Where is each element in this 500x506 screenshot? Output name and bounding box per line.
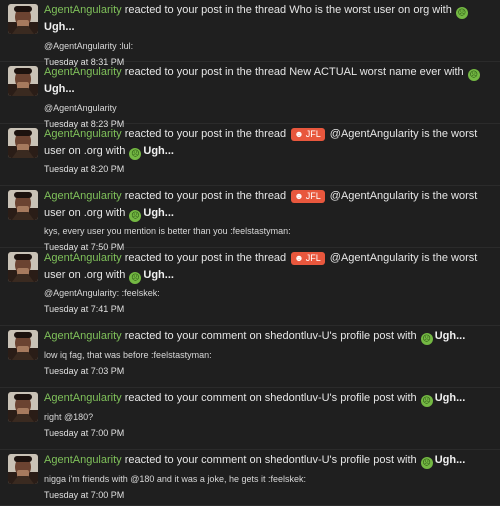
alert-body: AgentAngularity reacted to your post in … <box>44 188 496 254</box>
sick-face-emoji-icon: ☹ <box>420 333 433 345</box>
alert-item[interactable]: AgentAngularity reacted to your comment … <box>0 388 500 450</box>
alert-action-text: reacted to your post in the thread <box>124 128 287 140</box>
laughing-face-icon: ☻ <box>294 129 304 139</box>
avatar[interactable] <box>8 190 38 220</box>
reaction-label: Ugh... <box>143 207 174 219</box>
alert-text: AgentAngularity reacted to your comment … <box>44 328 496 345</box>
laughing-face-icon: ☻ <box>294 191 304 201</box>
alert-action-text: reacted to your comment on shedontluv-U'… <box>124 392 417 404</box>
thread-prefix-label: JFL <box>305 253 321 263</box>
avatar[interactable] <box>8 330 38 360</box>
alert-text: AgentAngularity reacted to your post in … <box>44 64 496 98</box>
username-link[interactable]: AgentAngularity <box>44 330 122 342</box>
avatar[interactable] <box>8 392 38 422</box>
alert-item[interactable]: AgentAngularity reacted to your post in … <box>0 186 500 252</box>
reaction-label: Ugh... <box>143 269 174 281</box>
username-link[interactable]: AgentAngularity <box>44 454 122 466</box>
alert-action-text: reacted to your comment on shedontluv-U'… <box>124 454 417 466</box>
post-snippet: @AgentAngularity <box>44 103 117 113</box>
avatar[interactable] <box>8 128 38 158</box>
reaction-label: Ugh... <box>434 330 466 342</box>
thread-prefix-badge[interactable]: ☻ JFL <box>291 252 325 265</box>
alert-timestamp: Tuesday at 8:20 PM <box>44 164 125 174</box>
alert-action-text: reacted to your post in the thread <box>124 66 287 78</box>
reaction-label: Ugh... <box>44 21 75 33</box>
alert-item[interactable]: AgentAngularity reacted to your post in … <box>0 62 500 129</box>
alert-item[interactable]: AgentAngularity reacted to your post in … <box>0 248 500 326</box>
post-snippet: @AgentAngularity :lul: <box>44 41 134 51</box>
alert-action-text: reacted to your post in the thread <box>124 190 287 202</box>
post-snippet: right @180? <box>44 412 94 422</box>
post-snippet: @AgentAngularity: :feelskek: <box>44 288 160 298</box>
alert-item[interactable]: AgentAngularity reacted to your comment … <box>0 450 500 506</box>
thread-prefix-label: JFL <box>305 129 321 139</box>
alert-text: AgentAngularity reacted to your comment … <box>44 452 496 469</box>
alert-timestamp: Tuesday at 7:03 PM <box>44 366 125 376</box>
username-link[interactable]: AgentAngularity <box>44 66 122 78</box>
sick-face-emoji-icon: ☹ <box>129 210 142 222</box>
username-link[interactable]: AgentAngularity <box>44 190 122 202</box>
sick-face-emoji-icon: ☹ <box>467 69 480 81</box>
sick-face-emoji-icon: ☹ <box>129 272 142 284</box>
post-snippet: kys, every user you mention is better th… <box>44 226 291 236</box>
alert-body: AgentAngularity reacted to your comment … <box>44 390 496 440</box>
alert-body: AgentAngularity reacted to your comment … <box>44 328 496 378</box>
avatar[interactable] <box>8 252 38 282</box>
alert-item[interactable]: AgentAngularity reacted to your post in … <box>0 124 500 186</box>
alert-text: AgentAngularity reacted to your comment … <box>44 390 496 407</box>
thread-title[interactable]: New ACTUAL worst name ever with <box>289 66 463 78</box>
reaction-label: Ugh... <box>44 83 75 95</box>
alert-action-text: reacted to your post in the thread <box>124 4 287 16</box>
reaction-label: Ugh... <box>434 454 466 466</box>
avatar[interactable] <box>8 4 38 34</box>
thread-prefix-badge[interactable]: ☻ JFL <box>291 190 325 203</box>
thread-prefix-badge[interactable]: ☻ JFL <box>291 128 325 141</box>
alert-timestamp: Tuesday at 7:41 PM <box>44 304 125 314</box>
alert-body: AgentAngularity reacted to your post in … <box>44 64 496 131</box>
username-link[interactable]: AgentAngularity <box>44 128 122 140</box>
username-link[interactable]: AgentAngularity <box>44 392 122 404</box>
username-link[interactable]: AgentAngularity <box>44 4 122 16</box>
alert-action-text: reacted to your post in the thread <box>124 252 287 264</box>
sick-face-emoji-icon: ☹ <box>129 148 142 160</box>
avatar[interactable] <box>8 454 38 484</box>
alert-text: AgentAngularity reacted to your post in … <box>44 188 496 222</box>
sick-face-emoji-icon: ☹ <box>455 7 468 19</box>
thread-prefix-label: JFL <box>305 191 321 201</box>
avatar[interactable] <box>8 66 38 96</box>
reaction-label: Ugh... <box>143 145 174 157</box>
username-link[interactable]: AgentAngularity <box>44 252 122 264</box>
post-snippet: nigga i'm friends with @180 and it was a… <box>44 474 306 484</box>
alert-text: AgentAngularity reacted to your post in … <box>44 250 496 284</box>
alert-action-text: reacted to your comment on shedontluv-U'… <box>124 330 417 342</box>
alert-text: AgentAngularity reacted to your post in … <box>44 2 496 36</box>
alert-timestamp: Tuesday at 7:00 PM <box>44 490 125 500</box>
alert-item[interactable]: AgentAngularity reacted to your post in … <box>0 0 500 67</box>
laughing-face-icon: ☻ <box>294 253 304 263</box>
sick-face-emoji-icon: ☹ <box>420 457 433 469</box>
alert-body: AgentAngularity reacted to your post in … <box>44 250 496 316</box>
alert-text: AgentAngularity reacted to your post in … <box>44 126 496 160</box>
alert-body: AgentAngularity reacted to your post in … <box>44 2 496 69</box>
alert-body: AgentAngularity reacted to your comment … <box>44 452 496 502</box>
alerts-list: AgentAngularity reacted to your post in … <box>0 0 500 506</box>
alert-body: AgentAngularity reacted to your post in … <box>44 126 496 176</box>
thread-title[interactable]: Who is the worst user on org with <box>289 4 452 16</box>
alert-timestamp: Tuesday at 7:00 PM <box>44 428 125 438</box>
alert-item[interactable]: AgentAngularity reacted to your comment … <box>0 326 500 388</box>
reaction-label: Ugh... <box>434 392 466 404</box>
post-snippet: low iq fag, that was before :feelstastym… <box>44 350 212 360</box>
sick-face-emoji-icon: ☹ <box>420 395 433 407</box>
